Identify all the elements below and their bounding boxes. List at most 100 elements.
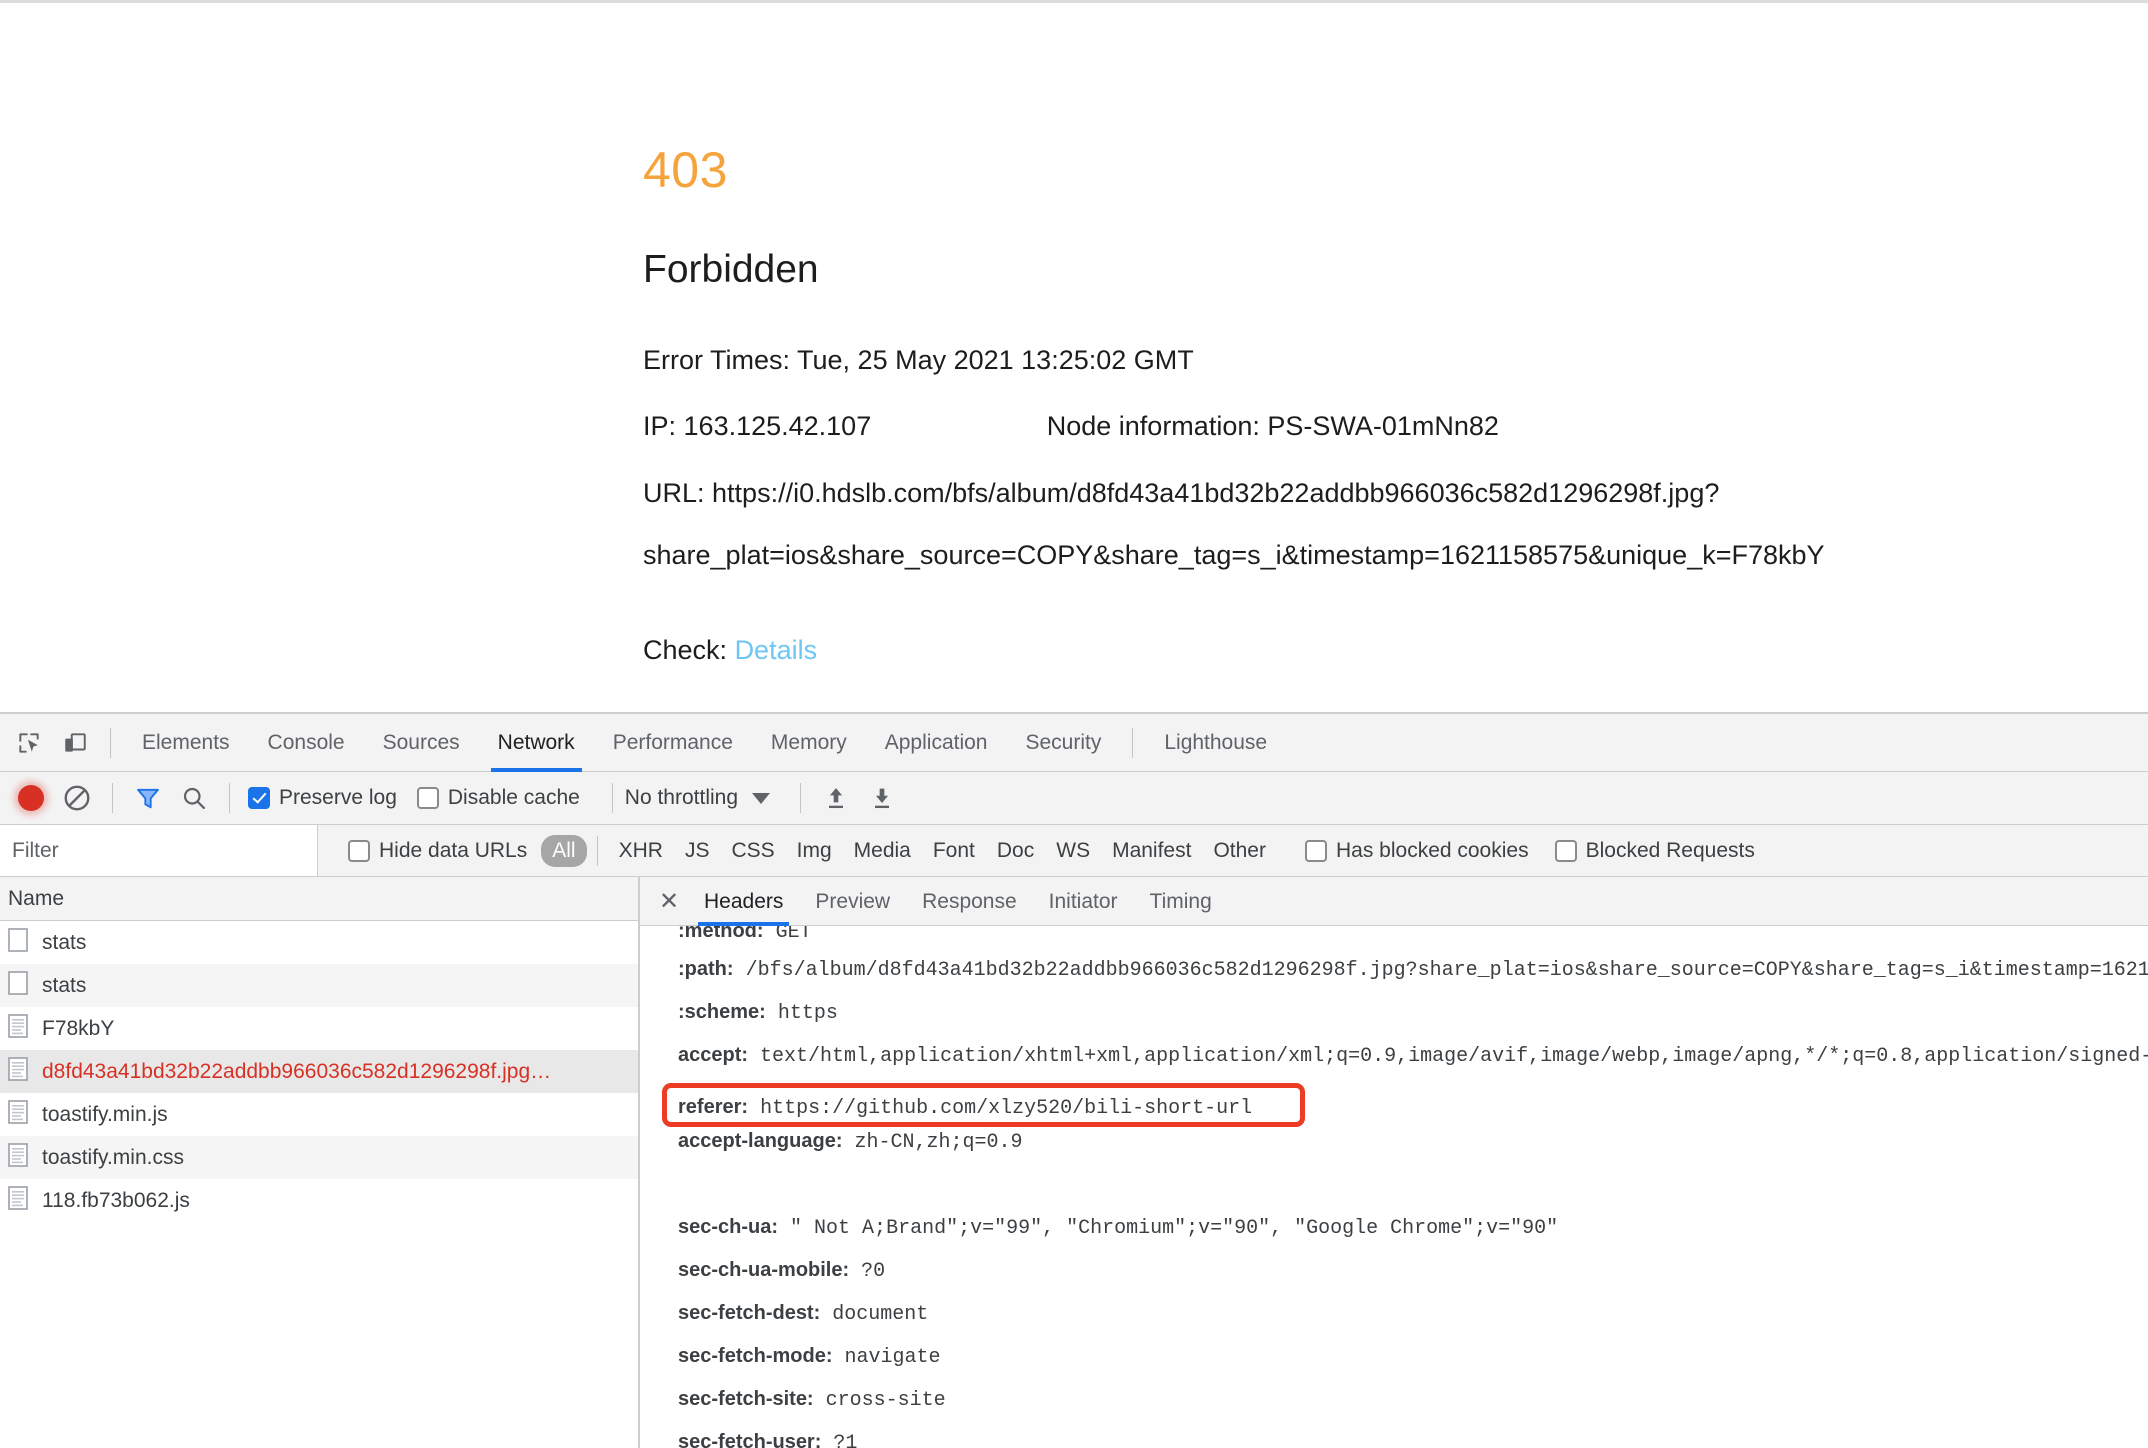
tab-memory[interactable]: Memory xyxy=(752,714,866,772)
ip-node-line: IP: 163.125.42.107 Node information: PS-… xyxy=(643,409,2043,444)
tab-application[interactable]: Application xyxy=(866,714,1007,772)
blocked-requests-checkbox[interactable]: Blocked Requests xyxy=(1554,839,1755,863)
header-value: ?1 xyxy=(833,1432,858,1448)
filter-type-ws[interactable]: WS xyxy=(1045,835,1101,867)
clear-button[interactable] xyxy=(54,775,100,821)
tab-headers[interactable]: Headers xyxy=(688,877,799,926)
text-doc-icon xyxy=(8,1099,28,1130)
search-icon[interactable] xyxy=(171,775,217,821)
header-row-sec-fetch-mode: sec-fetch-mode: navigate xyxy=(640,1335,2148,1378)
header-key: sec-fetch-user: xyxy=(678,1431,822,1448)
network-filterbar: Hide data URLs All XHR JS CSS Img Media … xyxy=(0,825,2148,877)
throttling-select[interactable]: No throttling xyxy=(625,786,738,810)
device-toolbar-icon[interactable] xyxy=(52,720,98,766)
blank-doc-icon xyxy=(8,970,28,1001)
close-icon[interactable]: ✕ xyxy=(650,882,688,920)
header-row-method: :method: GET xyxy=(640,926,2148,948)
table-row[interactable]: d8fd43a41bd32b22addbb966036c582d1296298f… xyxy=(0,1050,638,1093)
header-row-sec-ch-ua: sec-ch-ua: " Not A;Brand";v="99", "Chrom… xyxy=(640,1206,2148,1249)
header-row-sec-fetch-site: sec-fetch-site: cross-site xyxy=(640,1378,2148,1421)
error-times-value: Tue, 25 May 2021 13:25:02 GMT xyxy=(797,344,1194,375)
header-row-sec-fetch-dest: sec-fetch-dest: document xyxy=(640,1292,2148,1335)
preserve-log-checkbox[interactable]: Preserve log xyxy=(248,786,397,810)
request-name: stats xyxy=(42,930,87,954)
blocked-requests-checkbox-box xyxy=(1554,839,1577,862)
header-key: sec-ch-ua-mobile: xyxy=(678,1259,850,1281)
error-times-line: Error Times: Tue, 25 May 2021 13:25:02 G… xyxy=(643,343,2043,378)
filter-type-other[interactable]: Other xyxy=(1202,835,1277,867)
tab-elements[interactable]: Elements xyxy=(123,714,249,772)
filter-type-doc[interactable]: Doc xyxy=(986,835,1045,867)
has-blocked-cookies-checkbox[interactable]: Has blocked cookies xyxy=(1304,839,1529,863)
header-key: :scheme: xyxy=(678,1001,766,1023)
header-row-sec-ch-ua-mobile: sec-ch-ua-mobile: ?0 xyxy=(640,1249,2148,1292)
tab-sources[interactable]: Sources xyxy=(364,714,479,772)
hide-data-urls-checkbox[interactable]: Hide data URLs xyxy=(348,839,527,863)
record-button[interactable] xyxy=(8,775,54,821)
tab-security[interactable]: Security xyxy=(1006,714,1120,772)
table-row[interactable]: F78kbY xyxy=(0,1007,638,1050)
error-page-body: 403 Forbidden Error Times: Tue, 25 May 2… xyxy=(643,143,2043,666)
table-row[interactable]: toastify.min.css xyxy=(0,1136,638,1179)
table-row[interactable]: stats xyxy=(0,964,638,1007)
export-har-icon[interactable] xyxy=(859,775,905,821)
error-times-label: Error Times: xyxy=(643,344,791,375)
url-value-part2: share_plat=ios&share_source=COPY&share_t… xyxy=(643,540,1825,571)
filter-divider xyxy=(596,835,598,866)
resource-type-filters: All XHR JS CSS Img Media Font Doc WS Man… xyxy=(541,834,1277,867)
header-value: ?0 xyxy=(861,1260,886,1283)
tab-network[interactable]: Network xyxy=(479,714,594,772)
header-key: :path: xyxy=(678,958,734,980)
filter-type-manifest[interactable]: Manifest xyxy=(1101,835,1202,867)
tab-timing[interactable]: Timing xyxy=(1134,877,1228,926)
header-value: cross-site xyxy=(825,1389,946,1412)
request-name: d8fd43a41bd32b22addbb966036c582d1296298f… xyxy=(42,1059,552,1083)
header-value: GET xyxy=(775,926,812,944)
text-doc-icon xyxy=(8,1185,28,1216)
inspect-element-icon[interactable] xyxy=(6,720,52,766)
header-key: accept: xyxy=(678,1044,749,1066)
toolbar-divider-1 xyxy=(112,783,113,813)
url-label: URL: xyxy=(643,477,705,508)
filter-type-js[interactable]: JS xyxy=(674,835,721,867)
header-value: zh-CN,zh;q=0.9 xyxy=(854,1131,1023,1154)
tab-lighthouse[interactable]: Lighthouse xyxy=(1145,714,1286,772)
filter-funnel-icon[interactable] xyxy=(125,775,171,821)
record-icon xyxy=(18,785,44,811)
filter-type-media[interactable]: Media xyxy=(843,835,922,867)
url-value-part1: https://i0.hdslb.com/bfs/album/d8fd43a41… xyxy=(712,477,1720,508)
table-row[interactable]: 118.fb73b062.js xyxy=(0,1179,638,1222)
filter-input[interactable] xyxy=(0,825,318,876)
filter-type-css[interactable]: CSS xyxy=(720,835,785,867)
filter-type-xhr[interactable]: XHR xyxy=(608,835,674,867)
table-row[interactable]: stats xyxy=(0,921,638,964)
disable-cache-checkbox[interactable]: Disable cache xyxy=(416,786,580,810)
tab-response[interactable]: Response xyxy=(906,877,1033,926)
chevron-down-icon[interactable] xyxy=(752,792,771,804)
hide-data-urls-label: Hide data URLs xyxy=(379,838,528,862)
web-page-content: 403 Forbidden Error Times: Tue, 25 May 2… xyxy=(0,0,2148,712)
header-value: text/html,application/xhtml+xml,applicat… xyxy=(760,1045,2148,1068)
tab-console[interactable]: Console xyxy=(249,714,364,772)
toolbar-divider-4 xyxy=(800,783,802,813)
text-doc-icon xyxy=(8,1013,28,1044)
filter-type-img[interactable]: Img xyxy=(786,835,843,867)
header-key: sec-fetch-dest: xyxy=(678,1302,821,1324)
table-row[interactable]: toastify.min.js xyxy=(0,1093,638,1136)
tab-performance[interactable]: Performance xyxy=(594,714,752,772)
filter-type-all[interactable]: All xyxy=(541,834,587,867)
preserve-log-checkbox-box xyxy=(248,787,270,809)
toolbar-divider-2 xyxy=(229,783,230,813)
node-info-group: Node information: PS-SWA-01mNn82 xyxy=(1047,409,1499,444)
toolbar-divider xyxy=(110,727,111,758)
page-title: 403 xyxy=(643,142,728,198)
import-har-icon[interactable] xyxy=(813,775,859,821)
header-value: " Not A;Brand";v="99", "Chromium";v="90"… xyxy=(790,1217,1559,1240)
tab-preview[interactable]: Preview xyxy=(799,877,906,926)
header-key: sec-fetch-site: xyxy=(678,1388,814,1410)
request-name: F78kbY xyxy=(42,1016,115,1040)
check-label: Check: xyxy=(643,635,728,666)
filter-type-font[interactable]: Font xyxy=(922,835,986,867)
tab-initiator[interactable]: Initiator xyxy=(1033,877,1134,926)
details-link[interactable]: Details xyxy=(735,635,818,665)
